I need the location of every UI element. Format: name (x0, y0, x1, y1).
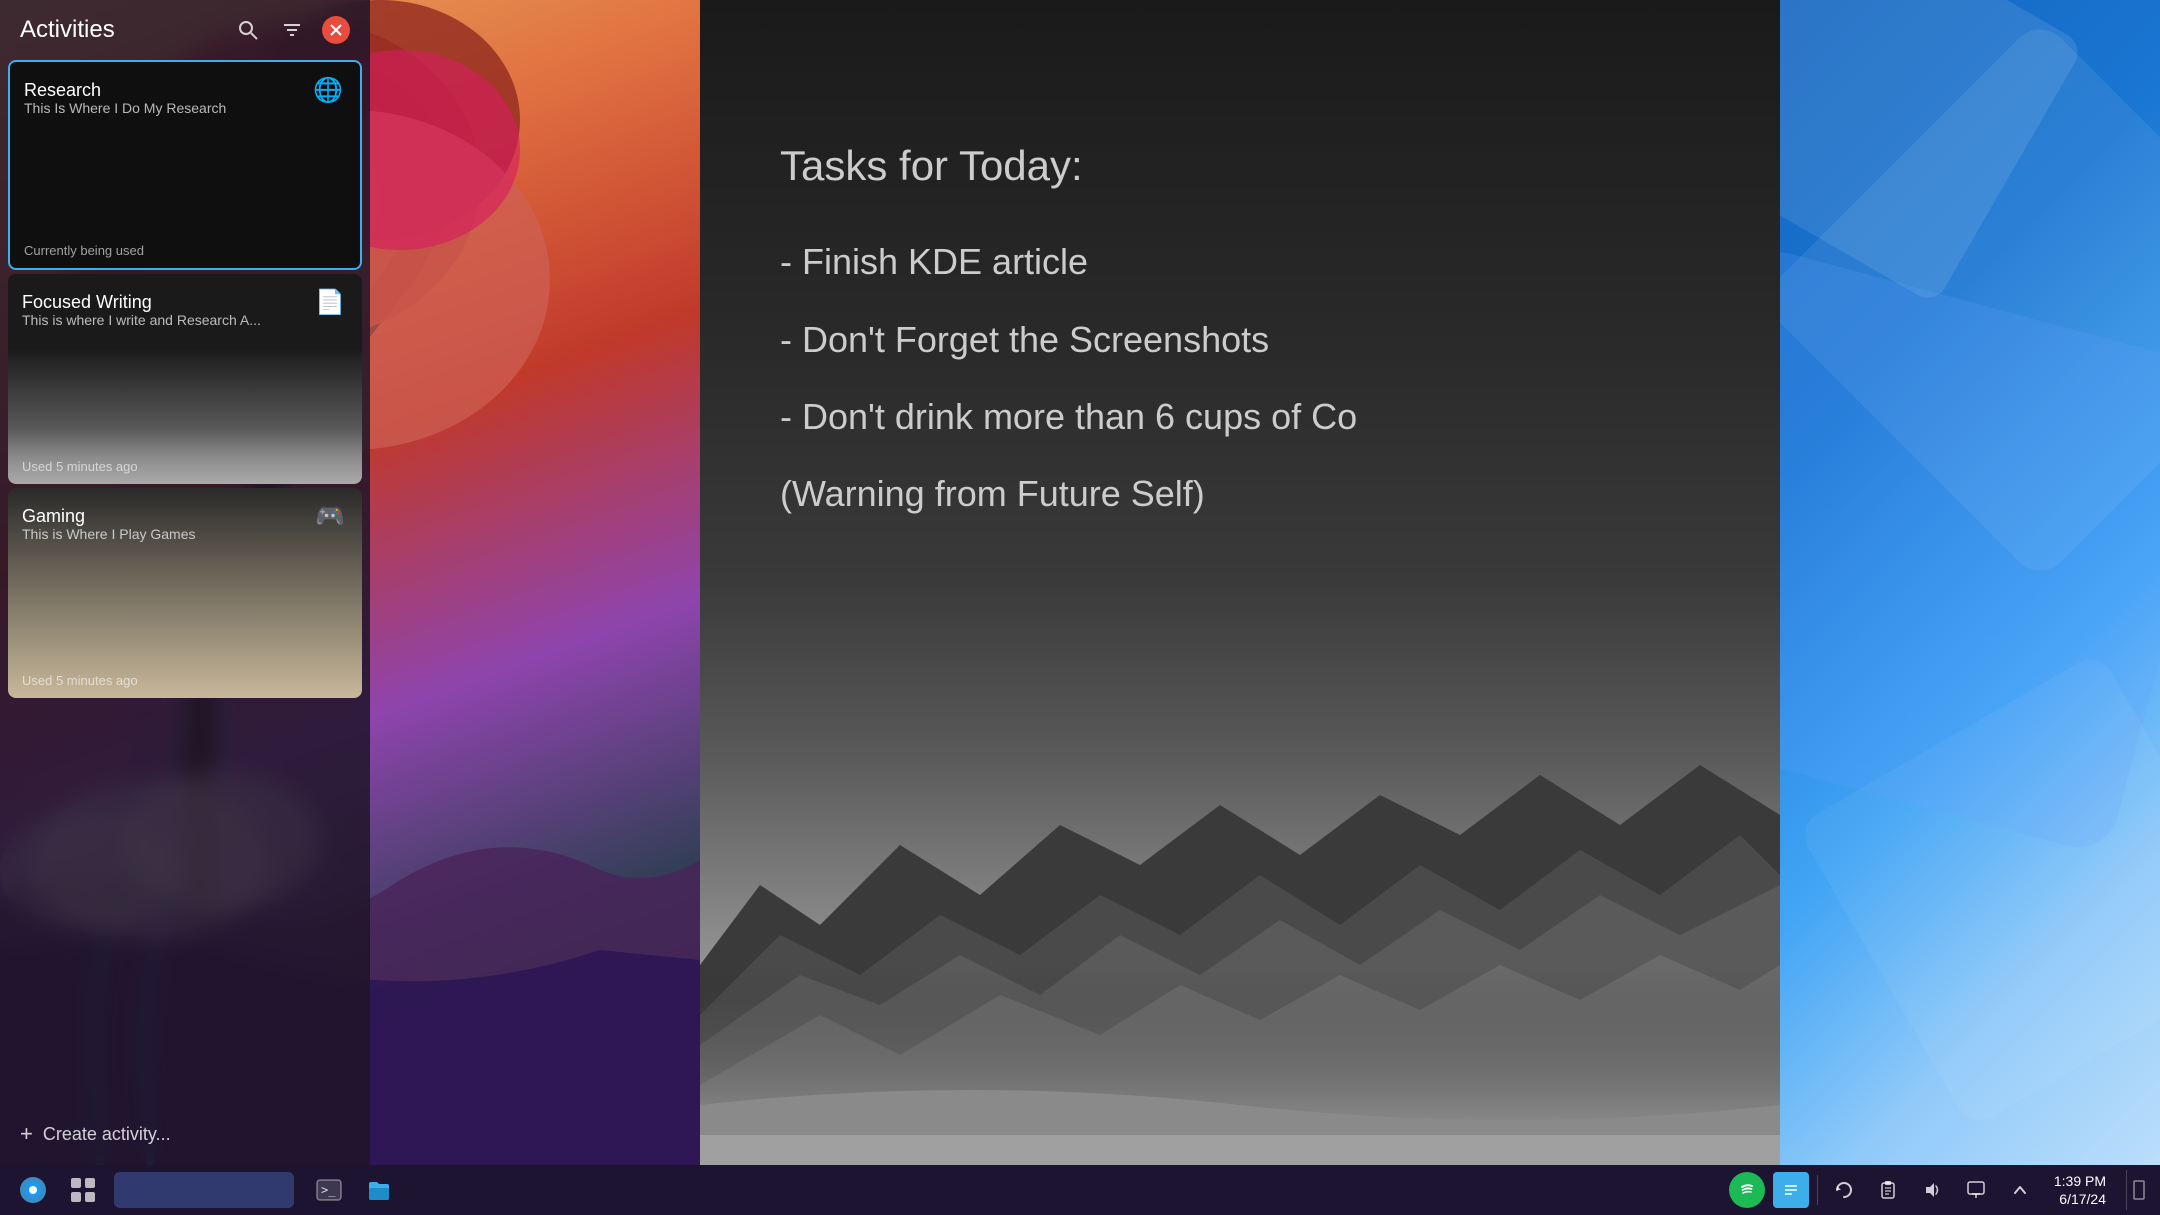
task-line-2: - Don't Forget the Screenshots (780, 309, 1720, 370)
clock-time: 1:39 PM (2054, 1172, 2106, 1190)
tray-separator (1817, 1175, 1818, 1205)
taskbar-right: 1:39 PM 6/17/24 (1729, 1170, 2150, 1210)
system-clock[interactable]: 1:39 PM 6/17/24 (2046, 1172, 2114, 1208)
gaming-desc: This is Where I Play Games (8, 526, 362, 542)
activity-card-research[interactable]: Research 🌐 This Is Where I Do My Researc… (8, 60, 362, 270)
create-activity-label: Create activity... (43, 1124, 171, 1145)
filter-icon[interactable] (278, 16, 306, 44)
search-icon[interactable] (234, 16, 262, 44)
active-window-label (202, 1182, 206, 1198)
gaming-name: Gaming (22, 506, 85, 527)
network-tray-icon[interactable] (1958, 1172, 1994, 1208)
close-button[interactable] (322, 16, 350, 44)
create-plus-icon: + (20, 1121, 33, 1147)
spotify-tray-icon[interactable] (1729, 1172, 1765, 1208)
task-line-3: - Don't drink more than 6 cups of Co (780, 386, 1720, 447)
writing-desc: This is where I write and Research A... (8, 312, 362, 328)
header-icons (234, 16, 350, 44)
create-activity-button[interactable]: + Create activity... (0, 1103, 370, 1165)
research-status: Currently being used (24, 243, 144, 258)
notes-tray-icon[interactable] (1773, 1172, 1809, 1208)
terminal-icon[interactable]: >_ (306, 1167, 352, 1213)
tasks-title: Tasks for Today: (780, 130, 1720, 201)
gaming-status: Used 5 minutes ago (22, 673, 138, 688)
tasks-text-area: Tasks for Today: - Finish KDE article - … (780, 130, 1720, 524)
taskbar-left: >_ (10, 1167, 1729, 1213)
activity-card-gaming[interactable]: Gaming 🎮 This is Where I Play Games Used… (8, 488, 362, 698)
chevron-up-icon[interactable] (2002, 1172, 2038, 1208)
show-desktop-button[interactable] (2126, 1170, 2150, 1210)
activities-taskbar-icon[interactable] (60, 1167, 106, 1213)
activity-card-writing[interactable]: Focused Writing 📄 This is where I write … (8, 274, 362, 484)
wallpaper-middle: Tasks for Today: - Finish KDE article - … (700, 0, 1780, 1165)
kde-launcher[interactable] (10, 1167, 56, 1213)
clock-date: 6/17/24 (2059, 1190, 2106, 1208)
refresh-tray-icon[interactable] (1826, 1172, 1862, 1208)
research-name: Research (24, 80, 101, 101)
clipboard-tray-icon[interactable] (1870, 1172, 1906, 1208)
activities-list: Research 🌐 This Is Where I Do My Researc… (0, 56, 370, 1103)
task-line-1: - Finish KDE article (780, 231, 1720, 292)
file-manager-icon[interactable] (356, 1167, 402, 1213)
activities-panel: Activities (0, 0, 370, 1165)
writing-status: Used 5 minutes ago (22, 459, 138, 474)
research-desc: This Is Where I Do My Research (10, 100, 360, 116)
activities-header: Activities (0, 0, 370, 56)
volume-tray-icon[interactable] (1914, 1172, 1950, 1208)
task-line-4: (Warning from Future Self) (780, 463, 1720, 524)
activities-panel-title: Activities (20, 16, 115, 44)
svg-text:>_: >_ (321, 1183, 336, 1197)
taskbar: >_ (0, 1165, 2160, 1215)
writing-name: Focused Writing (22, 292, 152, 313)
active-window-button[interactable] (114, 1172, 294, 1208)
wallpaper-right (1780, 0, 2160, 1165)
